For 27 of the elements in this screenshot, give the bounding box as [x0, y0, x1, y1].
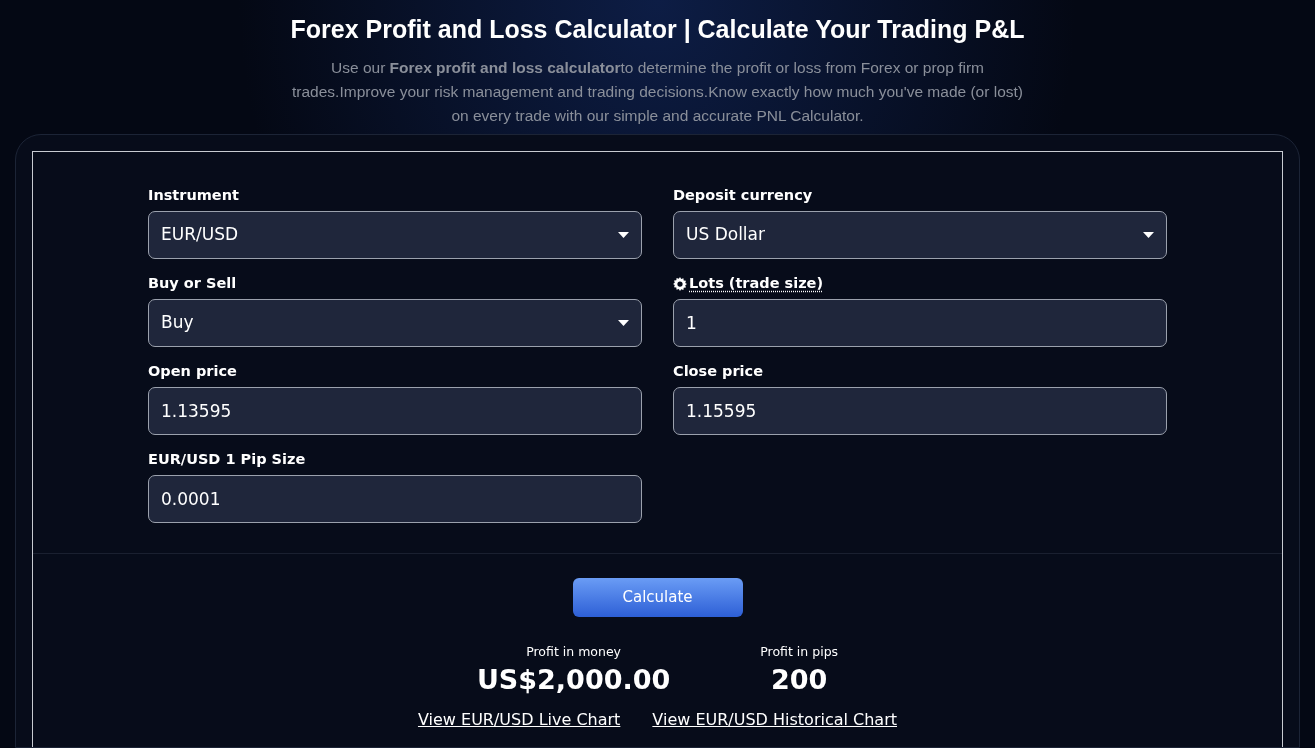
input-field[interactable]: 1 — [673, 299, 1167, 347]
chart-link[interactable]: View EUR/USD Historical Chart — [652, 707, 897, 732]
dropdown[interactable]: US Dollar — [673, 211, 1167, 259]
input-field[interactable]: 1.15595 — [673, 387, 1167, 435]
dropdown[interactable]: Buy — [148, 299, 642, 347]
chart-link[interactable]: View EUR/USD Live Chart — [417, 707, 621, 732]
dropdown[interactable]: EUR/USD — [148, 211, 642, 259]
intro-paragraph: Use our Forex profit and loss calculatorto determine the profit or loss from Forex or prop firm trades.Improve your risk management and trading decisions.Know exactly how much you've made (or lost) on every trade with our simple and accurate PNL Calculator. — [291, 58, 1024, 126]
caret-icon — [618, 320, 629, 326]
field-label: EUR/USD 1 Pip Size — [148, 450, 306, 470]
result-value: 200 — [771, 662, 828, 697]
result-label: Profit in money — [526, 643, 621, 661]
field-label: Buy or Sell — [148, 274, 237, 294]
calculate-button[interactable]: Calculate — [572, 578, 743, 617]
input-field[interactable]: 0.0001 — [148, 475, 642, 523]
input-field[interactable]: 1.13595 — [148, 387, 642, 435]
caret-icon — [618, 232, 629, 238]
page-title: Forex Profit and Loss Calculator | Calculate Your Trading P&L — [290, 14, 1025, 44]
field-label: Close price — [673, 362, 764, 382]
result-value: US$2,000.00 — [476, 662, 671, 697]
result-label: Profit in pips — [760, 643, 839, 661]
field-label: Lots (trade size) — [689, 274, 824, 294]
gear-icon — [673, 277, 687, 291]
caret-icon — [1143, 232, 1154, 238]
field-label: Instrument — [148, 186, 239, 206]
field-label: Deposit currency — [673, 186, 813, 206]
field-label: Open price — [148, 362, 237, 382]
